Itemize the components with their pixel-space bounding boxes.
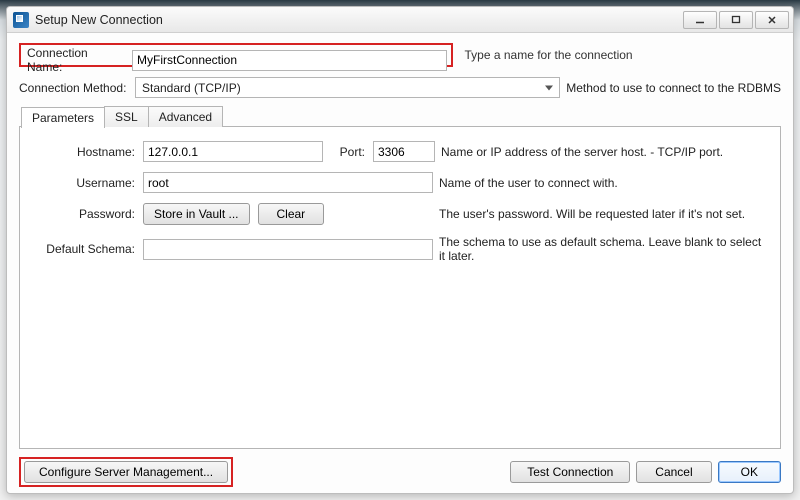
connection-method-row: Connection Method: Standard (TCP/IP) Met…: [19, 77, 781, 98]
default-schema-label: Default Schema:: [32, 242, 137, 256]
close-icon: [767, 15, 777, 25]
tab-parameters[interactable]: Parameters: [21, 107, 105, 128]
connection-method-desc: Method to use to connect to the RDBMS: [566, 81, 781, 95]
hostname-help: Name or IP address of the server host. -…: [441, 145, 768, 159]
dialog-window: Setup New Connection Connection Name: Ty…: [6, 6, 794, 494]
test-connection-button[interactable]: Test Connection: [510, 461, 630, 483]
maximize-icon: [731, 15, 741, 25]
default-schema-row: Default Schema: The schema to use as def…: [32, 235, 768, 263]
username-input[interactable]: [143, 172, 433, 193]
default-schema-input[interactable]: [143, 239, 433, 260]
app-icon: [13, 12, 29, 28]
cancel-button[interactable]: Cancel: [636, 461, 711, 483]
hostname-row: Hostname: Port: Name or IP address of th…: [32, 141, 768, 162]
tab-ssl[interactable]: SSL: [104, 106, 149, 127]
ok-button[interactable]: OK: [718, 461, 781, 483]
connection-method-value: Standard (TCP/IP): [142, 81, 241, 95]
store-in-vault-button[interactable]: Store in Vault ...: [143, 203, 250, 225]
password-help: The user's password. Will be requested l…: [439, 207, 768, 221]
connection-method-label: Connection Method:: [19, 81, 129, 95]
configure-server-highlight: Configure Server Management...: [19, 457, 233, 487]
port-label: Port:: [329, 145, 367, 159]
connection-name-label: Connection Name:: [25, 46, 126, 74]
connection-name-row: Connection Name: Type a name for the con…: [19, 43, 781, 67]
dialog-content: Connection Name: Type a name for the con…: [7, 33, 793, 493]
dialog-footer: Configure Server Management... Test Conn…: [19, 449, 781, 487]
maximize-button[interactable]: [719, 11, 753, 29]
password-label: Password:: [32, 207, 137, 221]
username-row: Username: Name of the user to connect wi…: [32, 172, 768, 193]
window-title: Setup New Connection: [35, 13, 677, 27]
default-schema-help: The schema to use as default schema. Lea…: [439, 235, 768, 263]
password-row: Password: Store in Vault ... Clear The u…: [32, 203, 768, 225]
close-button[interactable]: [755, 11, 789, 29]
connection-name-input[interactable]: [132, 50, 447, 71]
username-help: Name of the user to connect with.: [439, 176, 768, 190]
parameters-panel: Hostname: Port: Name or IP address of th…: [19, 126, 781, 449]
minimize-icon: [695, 15, 705, 25]
username-label: Username:: [32, 176, 137, 190]
connection-method-select[interactable]: Standard (TCP/IP): [135, 77, 560, 98]
configure-server-management-button[interactable]: Configure Server Management...: [24, 461, 228, 483]
title-bar: Setup New Connection: [7, 7, 793, 33]
minimize-button[interactable]: [683, 11, 717, 29]
hostname-label: Hostname:: [32, 145, 137, 159]
port-input[interactable]: [373, 141, 435, 162]
tab-strip: Parameters SSL Advanced: [19, 106, 781, 127]
tab-advanced[interactable]: Advanced: [148, 106, 223, 127]
clear-password-button[interactable]: Clear: [258, 203, 325, 225]
hostname-input[interactable]: [143, 141, 323, 162]
connection-name-desc: Type a name for the connection: [459, 48, 782, 62]
